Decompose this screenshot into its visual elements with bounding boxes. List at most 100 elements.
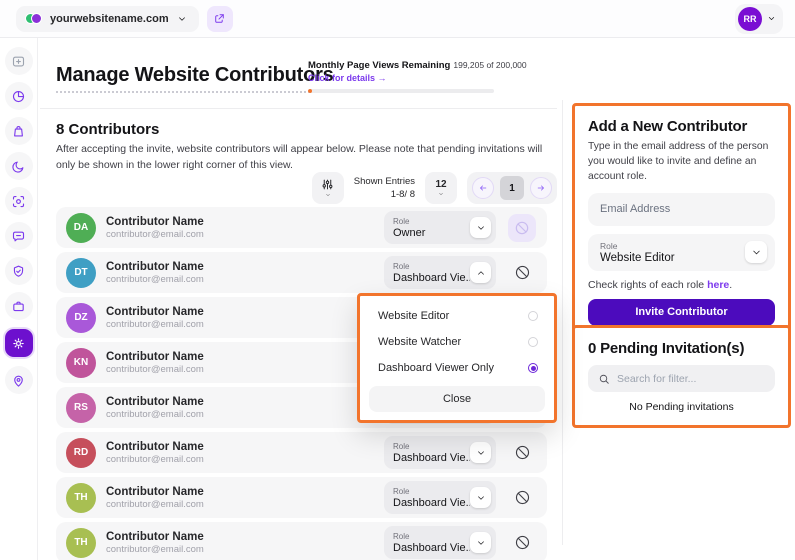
chevron-down-icon xyxy=(767,14,776,23)
contributor-name: Contributor Name xyxy=(106,486,384,498)
ban-icon xyxy=(514,444,531,461)
shown-entries-label: Shown Entries xyxy=(354,175,415,188)
page-title: Manage Website Contributors xyxy=(56,64,334,87)
header-divider xyxy=(40,108,557,109)
sessions-swirl-icon[interactable] xyxy=(5,152,33,180)
role-value: Owner xyxy=(393,227,470,239)
usage-details-link[interactable]: Click for details → xyxy=(308,73,508,83)
close-button[interactable]: Close xyxy=(369,386,545,412)
shown-entries: Shown Entries 1-8/ 8 xyxy=(354,175,415,202)
avatar: TH xyxy=(66,528,96,558)
chevron-down-icon xyxy=(470,532,491,553)
contributors-heading: 8 Contributors xyxy=(56,121,159,138)
sidebar-item-settings-active[interactable] xyxy=(3,327,35,359)
page: yourwebsitename.com RR xyxy=(0,0,795,560)
contributor-row: DT Contributor Name contributor@email.co… xyxy=(56,252,547,293)
role-option-website-editor[interactable]: Website Editor xyxy=(360,303,554,329)
location-pin-icon[interactable] xyxy=(5,366,33,394)
shield-check-icon[interactable] xyxy=(5,257,33,285)
block-contributor-button[interactable] xyxy=(508,444,536,461)
panel-title: Add a New Contributor xyxy=(588,118,775,135)
prev-page-button[interactable] xyxy=(472,177,494,199)
radio-selected-icon[interactable] xyxy=(528,363,538,373)
avatar: RD xyxy=(66,438,96,468)
radio-icon[interactable] xyxy=(528,311,538,321)
rights-link[interactable]: here xyxy=(707,279,729,291)
contributor-email: contributor@email.com xyxy=(106,229,384,240)
radio-icon[interactable] xyxy=(528,337,538,347)
block-contributor-button[interactable] xyxy=(508,534,536,551)
contributor-email: contributor@email.com xyxy=(106,454,384,465)
avatar: RS xyxy=(66,393,96,423)
role-select[interactable]: RoleDashboard Vie... xyxy=(384,436,496,469)
contributor-name: Contributor Name xyxy=(106,441,384,453)
shopping-bag-icon[interactable] xyxy=(5,117,33,145)
role-select[interactable]: RoleDashboard Vie... xyxy=(384,526,496,559)
search-icon xyxy=(598,373,610,385)
sliders-filter-icon xyxy=(321,178,334,191)
invite-contributor-button[interactable]: Invite Contributor xyxy=(588,299,775,326)
ban-icon xyxy=(514,264,531,281)
contributor-row: TH Contributor Name contributor@email.co… xyxy=(56,477,547,518)
role-option-website-watcher[interactable]: Website Watcher xyxy=(360,329,554,355)
empty-state-message: No Pending invitations xyxy=(588,401,775,413)
filter-button[interactable] xyxy=(312,172,344,204)
role-select[interactable]: RoleWebsite Editor xyxy=(588,234,775,271)
briefcase-icon[interactable] xyxy=(5,292,33,320)
current-page[interactable]: 1 xyxy=(500,176,524,200)
contributor-email: contributor@email.com xyxy=(106,544,384,555)
external-link-icon xyxy=(213,12,226,25)
ban-icon xyxy=(514,489,531,506)
contributor-email: contributor@email.com xyxy=(106,274,384,285)
role-label: Role xyxy=(393,262,470,271)
role-label: Role xyxy=(393,532,470,541)
contributor-name: Contributor Name xyxy=(106,531,384,543)
pie-chart-icon[interactable] xyxy=(5,82,33,110)
usage-progress-bar xyxy=(308,89,494,93)
contributor-name: Contributor Name xyxy=(106,261,384,273)
role-select-expanded[interactable]: RoleDashboard Vie... xyxy=(384,256,496,289)
website-selector[interactable]: yourwebsitename.com xyxy=(16,6,199,32)
block-contributor-button-disabled xyxy=(508,214,536,242)
ban-icon xyxy=(514,220,530,236)
add-contributor-panel: Add a New Contributor Type in the email … xyxy=(572,103,791,341)
shown-entries-value: 1-8/ 8 xyxy=(354,188,415,201)
next-page-button[interactable] xyxy=(530,177,552,199)
chevron-down-icon xyxy=(470,487,491,508)
contributor-email: contributor@email.com xyxy=(106,319,384,330)
target-scan-icon[interactable] xyxy=(5,187,33,215)
chevron-down-icon xyxy=(745,241,767,263)
contributor-name: Contributor Name xyxy=(106,306,384,318)
search-input[interactable] xyxy=(617,373,765,385)
collapse-sidebar-icon[interactable] xyxy=(5,47,33,75)
chevron-down-icon xyxy=(437,191,445,197)
contributor-email: contributor@email.com xyxy=(106,499,384,510)
arrow-right-icon xyxy=(536,183,546,193)
role-select[interactable]: RoleDashboard Vie... xyxy=(384,481,496,514)
role-option-dashboard-viewer-only[interactable]: Dashboard Viewer Only xyxy=(360,355,554,381)
block-contributor-button[interactable] xyxy=(508,264,536,281)
contributors-description: After accepting the invite, website cont… xyxy=(56,142,562,174)
contributor-name: Contributor Name xyxy=(106,351,384,363)
search-filter[interactable] xyxy=(588,365,775,392)
chevron-down-icon xyxy=(177,14,187,24)
page-size-value: 12 xyxy=(435,179,446,190)
email-field[interactable] xyxy=(588,193,775,226)
role-dropdown-popup: Website Editor Website Watcher Dashboard… xyxy=(357,293,557,423)
avatar: RR xyxy=(738,7,762,31)
user-menu[interactable]: RR xyxy=(735,4,783,34)
block-contributor-button[interactable] xyxy=(508,489,536,506)
chevron-down-icon xyxy=(470,217,491,238)
chevron-down-icon xyxy=(470,442,491,463)
role-value: Dashboard Vie... xyxy=(393,497,470,509)
contributor-email: contributor@email.com xyxy=(106,364,384,375)
open-website-button[interactable] xyxy=(207,6,233,32)
page-size-select[interactable]: 12 xyxy=(425,172,457,204)
chat-icon[interactable] xyxy=(5,222,33,250)
sidebar-nav xyxy=(0,38,38,560)
contributor-name: Contributor Name xyxy=(106,216,384,228)
usage-value: 199,205 of 200,000 xyxy=(453,60,526,70)
avatar: TH xyxy=(66,483,96,513)
list-toolbar: Shown Entries 1-8/ 8 12 1 xyxy=(312,172,557,204)
role-select[interactable]: RoleOwner xyxy=(384,211,496,244)
